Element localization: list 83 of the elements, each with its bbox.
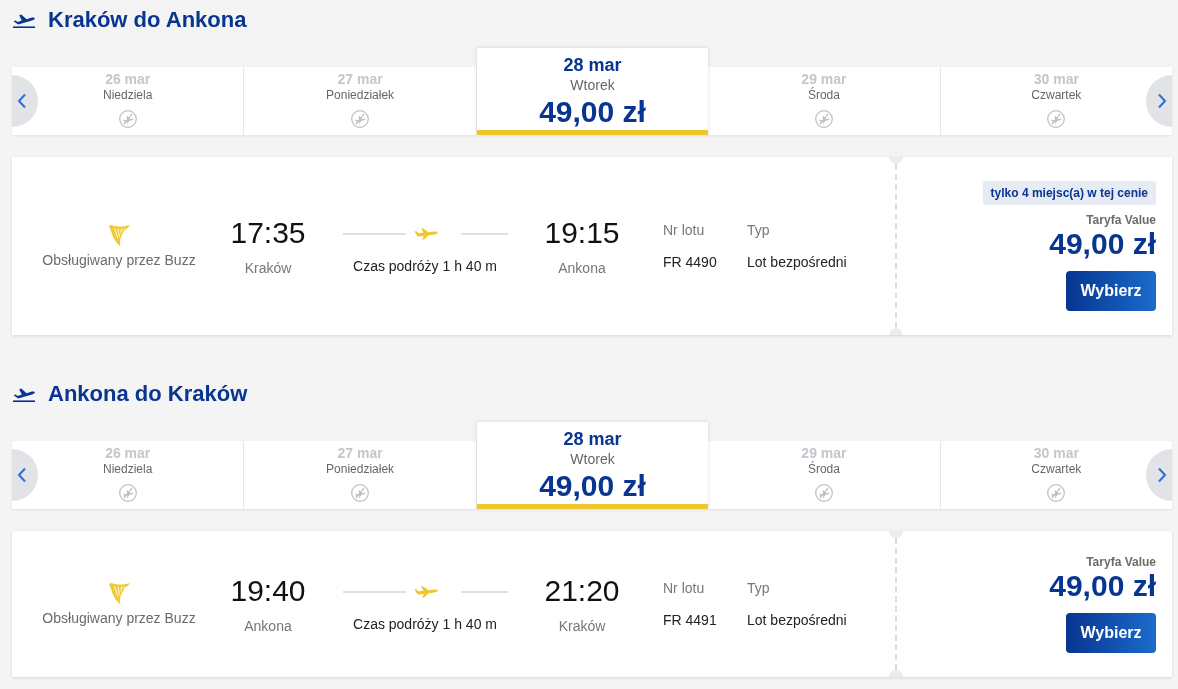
chevron-left-icon (17, 93, 27, 109)
chevron-right-icon (1157, 467, 1167, 483)
flight-number: FR 4491 (663, 611, 717, 629)
flight-type: Lot bezpośredni (747, 253, 847, 271)
harp-logo-icon (108, 581, 130, 605)
arrival-city: Ankona (558, 259, 606, 277)
arrival-city: Kraków (558, 617, 606, 635)
date-label: 28 mar (563, 54, 622, 76)
fare-price: 49,00 zł (539, 468, 646, 504)
departure-icon (13, 386, 35, 402)
no-flight-icon (351, 484, 370, 502)
flight-type: Lot bezpośredni (747, 611, 847, 629)
weekday-label: Niedziela (103, 461, 153, 477)
weekday-label: Niedziela (103, 87, 153, 103)
no-flight-icon (1047, 484, 1066, 502)
fare-price: 49,00 zł (539, 94, 646, 130)
flight-number: FR 4490 (663, 253, 717, 271)
weekday-label: Wtorek (570, 76, 615, 94)
date-tab[interactable]: 29 mar Środa (708, 67, 941, 135)
date-label: 26 mar (105, 71, 151, 87)
date-tab[interactable]: 26 mar Niedziela (12, 67, 245, 135)
arrival-time: 19:15 (544, 215, 620, 251)
flight-number-label: Nr lotu (663, 579, 705, 597)
ticket-notch-icon (889, 531, 903, 538)
ticket-notch-icon (889, 328, 903, 335)
weekday-label: Czwartek (1031, 87, 1082, 103)
weekday-label: Środa (807, 461, 840, 477)
date-tab[interactable]: 30 mar Czwartek (940, 441, 1173, 509)
date-tab[interactable]: 28 mar Wtorek 49,00 zł (476, 422, 709, 509)
no-flight-icon (814, 484, 833, 502)
weekday-label: Poniedziałek (326, 87, 395, 103)
duration-label: Czas podróży 1 h 40 m (353, 615, 497, 633)
select-button[interactable]: Wybierz (1066, 613, 1156, 653)
date-tab[interactable]: 28 mar Wtorek 49,00 zł (476, 48, 709, 135)
availability-badge: tylko 4 miejsc(a) w tej cenie (982, 181, 1156, 205)
date-label: 27 mar (337, 71, 383, 87)
departure-city: Ankona (244, 617, 292, 635)
no-flight-icon (814, 110, 833, 128)
harp-logo-icon (108, 223, 130, 247)
date-label: 26 mar (105, 445, 151, 461)
date-tab[interactable]: 27 mar Poniedziałek (244, 67, 477, 135)
departure-city: Kraków (244, 259, 292, 277)
date-tab[interactable]: 26 mar Niedziela (12, 441, 245, 509)
airplane-icon (413, 586, 438, 598)
chevron-left-icon (17, 467, 27, 483)
departure-time: 17:35 (230, 215, 306, 251)
select-button[interactable]: Wybierz (1066, 271, 1156, 311)
date-label: 30 mar (1033, 445, 1079, 461)
weekday-label: Wtorek (570, 450, 615, 468)
route-title: Ankona do Kraków (48, 380, 248, 408)
no-flight-icon (351, 110, 370, 128)
ticket-notch-icon (889, 157, 903, 164)
date-label: 29 mar (801, 445, 847, 461)
date-tab[interactable]: 27 mar Poniedziałek (244, 441, 477, 509)
fare-name: Taryfa Value (1086, 213, 1156, 227)
date-label: 30 mar (1033, 71, 1079, 87)
flight-type-label: Typ (747, 221, 770, 239)
weekday-label: Środa (807, 87, 840, 103)
date-label: 28 mar (563, 428, 622, 450)
arrival-time: 21:20 (544, 573, 620, 609)
operator-label: Obsługiwany przez Buzz (42, 251, 196, 269)
fare-price: 49,00 zł (1049, 227, 1156, 261)
flight-type-label: Typ (747, 579, 770, 597)
date-label: 27 mar (337, 445, 383, 461)
airplane-icon (413, 228, 438, 240)
departure-time: 19:40 (230, 573, 306, 609)
no-flight-icon (1047, 110, 1066, 128)
date-label: 29 mar (801, 71, 847, 87)
flight-number-label: Nr lotu (663, 221, 705, 239)
ticket-notch-icon (889, 670, 903, 677)
weekday-label: Czwartek (1031, 461, 1082, 477)
duration-label: Czas podróży 1 h 40 m (353, 257, 497, 275)
departure-icon (13, 12, 35, 28)
date-tab[interactable]: 29 mar Środa (708, 441, 941, 509)
chevron-right-icon (1157, 93, 1167, 109)
date-tab[interactable]: 30 mar Czwartek (940, 67, 1173, 135)
weekday-label: Poniedziałek (326, 461, 395, 477)
no-flight-icon (118, 110, 137, 128)
operator-label: Obsługiwany przez Buzz (42, 609, 196, 627)
fare-name: Taryfa Value (1086, 555, 1156, 569)
no-flight-icon (118, 484, 137, 502)
route-title: Kraków do Ankona (48, 6, 247, 34)
fare-price: 49,00 zł (1049, 569, 1156, 603)
